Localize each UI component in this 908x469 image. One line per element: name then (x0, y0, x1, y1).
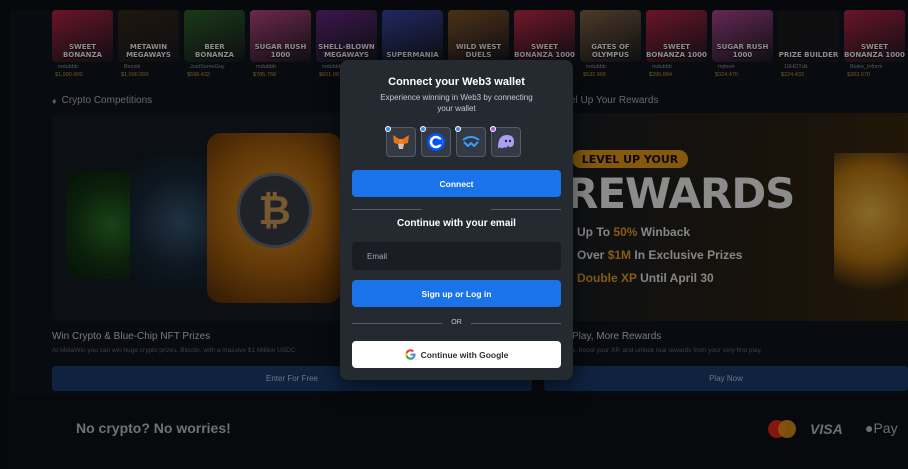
connect-wallet-modal: Connect your Web3 wallet Experience winn… (340, 60, 573, 380)
phantom-icon (498, 135, 514, 149)
google-button-label: Continue with Google (420, 349, 509, 360)
continue-with-google-button[interactable]: Continue with Google (352, 341, 561, 368)
metamask-icon (393, 135, 409, 149)
email-input[interactable] (352, 242, 561, 270)
walletconnect-wallet-button[interactable] (455, 126, 486, 157)
google-icon (404, 349, 416, 360)
wallet-indicator-dot (455, 126, 461, 132)
divider-left (352, 209, 422, 210)
email-section-heading: Continue with your email (397, 218, 516, 229)
wallet-options (385, 126, 521, 157)
wallet-indicator-dot (385, 126, 391, 132)
wallet-indicator-dot (420, 126, 426, 132)
modal-title: Connect your Web3 wallet (388, 76, 525, 88)
wallet-indicator-dot (490, 126, 496, 132)
app-root: SWEET BONANZA mdubbb $1,000.000 METAWIN MEG… (0, 0, 908, 469)
coinbase-icon (427, 133, 445, 151)
coinbase-wallet-button[interactable] (420, 126, 451, 157)
sign-up-or-log-in-button[interactable]: Sign up or Log in (352, 280, 561, 307)
modal-subtitle: Experience winning in Web3 by connecting… (380, 93, 533, 113)
walletconnect-icon (462, 136, 480, 147)
metamask-wallet-button[interactable] (385, 126, 416, 157)
divider-right (491, 209, 561, 210)
phantom-wallet-button[interactable] (490, 126, 521, 157)
or-divider-right (471, 323, 561, 324)
connect-button[interactable]: Connect (352, 170, 561, 197)
